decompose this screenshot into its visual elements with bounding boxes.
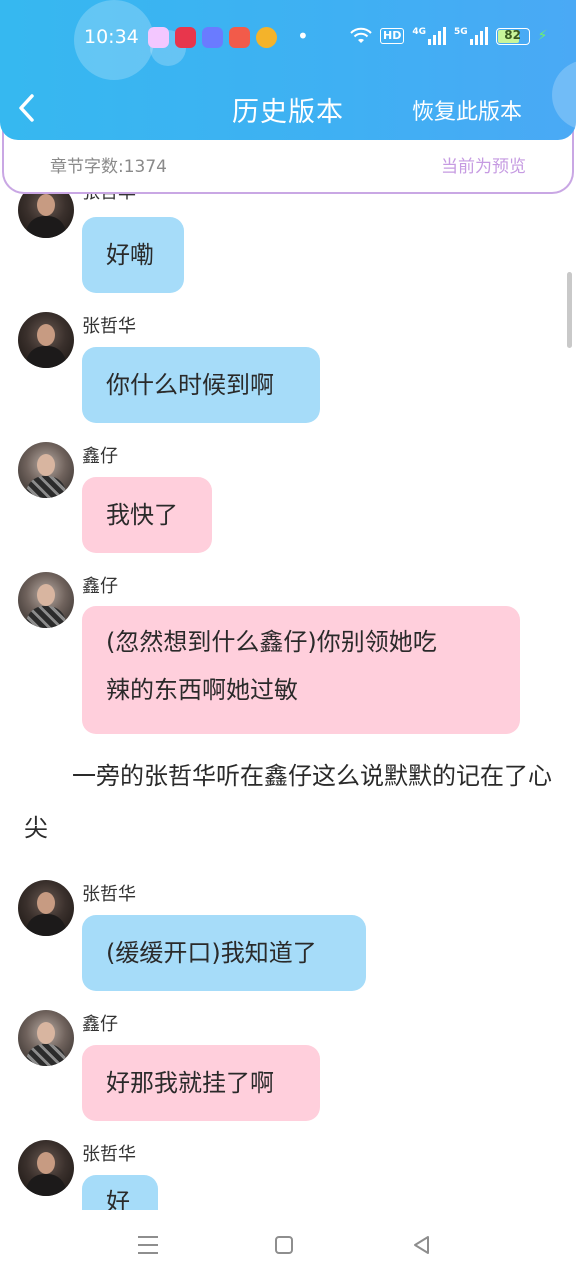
charging-icon: ⚡ — [537, 28, 548, 44]
more-notifications-dot: • — [297, 24, 309, 48]
avatar-zhangzhehua[interactable] — [18, 1140, 74, 1196]
sender-name: 张哲华 — [82, 1144, 136, 1165]
status-time: 10:34 — [84, 26, 139, 48]
message-line: (忽然想到什么鑫仔)你别领她吃 — [106, 628, 437, 656]
status-bar: 10:34 • HD 4G 5G 82 ⚡ — [0, 0, 576, 78]
message-bubble: 好那我就挂了啊 — [82, 1045, 320, 1121]
system-nav-bar — [0, 1210, 576, 1280]
app-header: 10:34 • HD 4G 5G 82 ⚡ 历史版本 恢复此版本 — [0, 0, 576, 140]
message-bubble: 好嘞 — [82, 217, 184, 293]
avatar-zhangzhehua[interactable] — [18, 194, 74, 238]
sender-name: 鑫仔 — [82, 1014, 118, 1035]
preview-status-label: 当前为预览 — [441, 157, 526, 177]
narration-text: 一旁的张哲华听在鑫仔这么说默默的记在了心尖 — [24, 762, 552, 842]
chat-content[interactable]: 张哲华 好嘞 张哲华 你什么时候到啊 鑫仔 我快了 鑫仔 (忽然想到什么鑫仔)你… — [0, 194, 576, 1210]
message-bubble: (忽然想到什么鑫仔)你别领她吃 辣的东西啊她过敏 — [82, 606, 520, 734]
avatar-zhangzhehua[interactable] — [18, 880, 74, 936]
sender-name: 鑫仔 — [82, 446, 118, 467]
back-triangle-icon[interactable] — [402, 1230, 442, 1260]
sender-name: 张哲华 — [82, 316, 136, 337]
message-bubble: 好 — [82, 1175, 158, 1210]
hd-badge: HD — [380, 28, 405, 44]
scrollbar-thumb[interactable] — [567, 272, 572, 348]
battery-level: 82 — [504, 27, 521, 42]
avatar-xinzai[interactable] — [18, 442, 74, 498]
avatar-zhangzhehua[interactable] — [18, 312, 74, 368]
sender-name: 鑫仔 — [82, 576, 118, 597]
sender-name: 张哲华 — [82, 194, 136, 204]
signal-bars-icon — [428, 27, 446, 45]
battery-icon: 82 — [495, 27, 530, 45]
signal-bars-icon-2 — [469, 27, 488, 45]
app-icon-4 — [229, 27, 250, 48]
message-line: 辣的东西啊她过敏 — [106, 676, 298, 704]
signal-4g: 4G — [412, 27, 446, 45]
net-4g-label: 4G — [412, 27, 426, 37]
avatar-xinzai[interactable] — [18, 572, 74, 628]
weibo-icon — [256, 27, 277, 48]
message-bubble: 我快了 — [82, 477, 212, 553]
message-bubble: 你什么时候到啊 — [82, 347, 320, 423]
signal-5g: 5G — [454, 27, 488, 45]
app-icon-1 — [148, 27, 169, 48]
avatar-xinzai[interactable] — [18, 1010, 74, 1066]
notification-icons — [148, 27, 277, 48]
app-icon-3 — [202, 27, 223, 48]
sender-name: 张哲华 — [82, 884, 136, 905]
wifi-icon — [350, 27, 372, 43]
system-icons: HD 4G 5G 82 ⚡ — [350, 27, 548, 45]
menu-icon[interactable] — [128, 1230, 168, 1260]
message-bubble: (缓缓开口)我知道了 — [82, 915, 366, 991]
triangle-left-icon — [414, 1236, 429, 1254]
word-count: 章节字数:1374 — [50, 157, 167, 177]
net-5g-label: 5G — [454, 27, 468, 37]
restore-version-button[interactable]: 恢复此版本 — [412, 94, 522, 126]
app-icon-2 — [175, 27, 196, 48]
home-icon[interactable] — [264, 1230, 304, 1260]
